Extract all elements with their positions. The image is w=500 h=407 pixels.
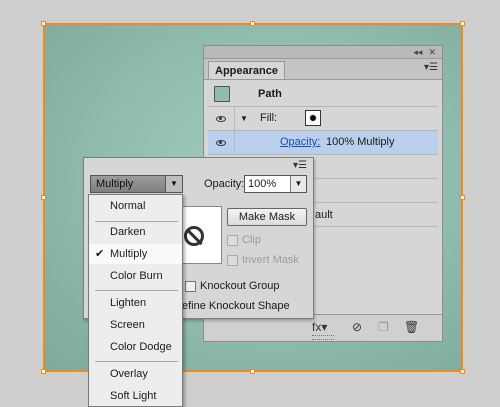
selection-handle-ml[interactable]	[41, 195, 46, 200]
eye-icon	[216, 115, 226, 122]
knockout-group-label: Knockout Group	[200, 280, 280, 292]
blend-option-soft-light[interactable]: Soft Light	[89, 386, 182, 406]
chevron-down-icon[interactable]: ▼	[165, 176, 182, 192]
opacity-label: Opacity:	[204, 178, 245, 190]
selection-handle-bm[interactable]	[250, 369, 255, 374]
blend-mode-dropdown: Normal Darken ✔ Multiply Color Burn Ligh…	[88, 194, 183, 407]
make-mask-button[interactable]: Make Mask	[227, 208, 307, 226]
duplicate-item-icon[interactable]: ❐	[378, 320, 389, 334]
panel-menu-icon[interactable]: ▾☰	[424, 62, 438, 73]
eye-icon	[216, 139, 226, 146]
blend-option-normal[interactable]: Normal	[89, 196, 182, 216]
menu-divider	[95, 361, 178, 362]
blend-option-darken[interactable]: Darken	[89, 222, 182, 242]
object-row[interactable]: Path	[208, 83, 438, 107]
no-mask-icon	[184, 226, 204, 246]
default-transparency-label: ault	[315, 209, 333, 221]
blend-option-color-burn[interactable]: Color Burn	[89, 266, 182, 286]
delete-item-icon[interactable]: 🗑	[404, 320, 419, 334]
fill-swatch[interactable]	[305, 110, 321, 126]
selection-handle-br[interactable]	[460, 369, 465, 374]
menu-divider	[95, 290, 178, 291]
clip-checkbox[interactable]	[227, 235, 238, 246]
blend-option-multiply[interactable]: ✔ Multiply	[89, 244, 182, 264]
panel-title-bar[interactable]: ◂◂ ✕	[204, 46, 442, 59]
visibility-toggle[interactable]	[208, 131, 235, 154]
flyout-menu-icon[interactable]: ▾☰	[293, 160, 307, 171]
blend-mode-select[interactable]: Multiply ▼	[90, 175, 183, 193]
blend-mode-value: Multiply	[96, 178, 134, 190]
invert-mask-label: Invert Mask	[242, 254, 299, 266]
clear-appearance-icon[interactable]: ⊘	[352, 320, 362, 334]
disclosure-triangle-icon[interactable]: ▼	[240, 114, 248, 123]
blend-option-lighten[interactable]: Lighten	[89, 293, 182, 313]
add-effect-icon[interactable]: fx▾	[312, 320, 327, 334]
visibility-toggle[interactable]	[208, 107, 235, 130]
collapse-icon[interactable]: ◂◂	[413, 47, 422, 58]
define-knockout-shape-label[interactable]: efine Knockout Shape	[182, 300, 290, 312]
panel-tab-bar: Appearance ▾☰	[204, 59, 442, 80]
opacity-link[interactable]: Opacity:	[280, 136, 320, 148]
fill-row[interactable]: ▼ Fill:	[208, 107, 438, 131]
selection-handle-tm[interactable]	[250, 21, 255, 26]
checkmark-icon: ✔	[95, 248, 105, 260]
clip-label: Clip	[242, 234, 261, 246]
selection-handle-mr[interactable]	[460, 195, 465, 200]
object-thumbnail	[214, 86, 230, 102]
close-icon[interactable]: ✕	[428, 47, 436, 58]
blend-option-color-dodge[interactable]: Color Dodge	[89, 337, 182, 357]
opacity-value: 100% Multiply	[326, 136, 395, 148]
chevron-down-icon[interactable]: ▼	[290, 176, 306, 192]
selection-handle-bl[interactable]	[41, 369, 46, 374]
blend-option-label: Multiply	[110, 248, 148, 260]
selection-handle-tr[interactable]	[460, 21, 465, 26]
blend-option-overlay[interactable]: Overlay	[89, 364, 182, 384]
opacity-input[interactable]: 100% ▼	[244, 175, 307, 193]
fill-label: Fill:	[260, 112, 278, 124]
object-type-label: Path	[258, 88, 282, 100]
opacity-input-value: 100%	[248, 178, 277, 190]
knockout-group-checkbox[interactable]	[185, 281, 196, 292]
invert-mask-checkbox[interactable]	[227, 255, 238, 266]
tab-appearance[interactable]: Appearance	[208, 61, 285, 79]
selection-handle-tl[interactable]	[41, 21, 46, 26]
blend-option-screen[interactable]: Screen	[89, 315, 182, 335]
opacity-row[interactable]: Opacity: 100% Multiply	[208, 131, 438, 155]
resize-grip[interactable]	[312, 335, 334, 340]
